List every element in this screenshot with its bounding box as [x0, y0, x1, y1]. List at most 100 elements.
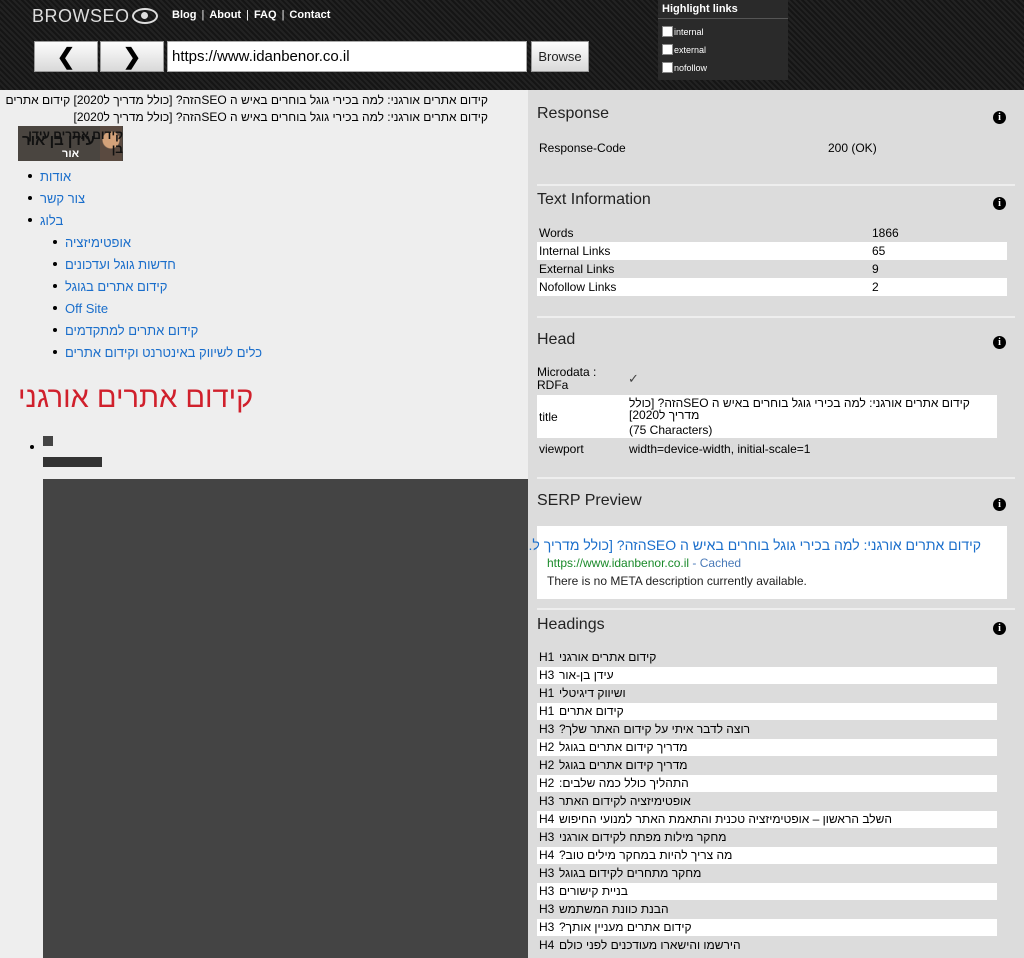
heading-level: H3	[539, 920, 555, 934]
submenu-label: קידום אתרים למתקדמים	[65, 323, 199, 338]
heading-row: H1 קידום אתרים	[537, 703, 997, 720]
menu-item[interactable]: צור קשר	[28, 191, 85, 206]
nofollow-checkbox[interactable]	[662, 62, 673, 73]
heading-level: H3	[539, 668, 555, 682]
browseo-logo[interactable]: BROWSEO	[32, 6, 158, 27]
info-icon[interactable]: i	[993, 622, 1006, 635]
menu-item[interactable]: בלוג	[28, 213, 63, 228]
heading-row: H1 קידום אתרים אורגני	[537, 649, 997, 666]
heading-text: הירשמו והישארו מעודכנים לפני כולם	[559, 938, 741, 952]
bullet-icon	[53, 284, 57, 288]
heading-text: הבנת כוונת המשתמש	[559, 902, 669, 916]
nav-faq[interactable]: FAQ	[254, 9, 277, 21]
heading-level: H3	[539, 722, 555, 736]
info-icon[interactable]: i	[993, 197, 1006, 210]
serp-url: https://www.idanbenor.co.il - Cached	[547, 556, 741, 570]
heading-row: H3 בניית קישורים	[537, 883, 997, 900]
menu-item[interactable]: אודות	[28, 169, 71, 184]
heading-row: H3 מחקר מילות מפתח לקידום אורגני	[537, 829, 997, 846]
bullet-icon	[53, 350, 57, 354]
submenu-label: כלים לשיווק באינטרנט וקידום אתרים	[65, 345, 263, 360]
heading-row: H4 הירשמו והישארו מעודכנים לפני כולם	[537, 937, 997, 954]
submenu-label: קידום אתרים בגוגל	[65, 279, 168, 294]
submenu-item[interactable]: קידום אתרים למתקדמים	[53, 323, 198, 338]
heading-level: H4	[539, 938, 555, 952]
text-info-row: Internal Links 65	[537, 242, 1007, 260]
bullet-icon	[28, 174, 32, 178]
cached-link[interactable]: - Cached	[689, 556, 741, 570]
bullet-icon	[53, 262, 57, 266]
nav-about[interactable]: About	[209, 9, 241, 21]
heading-row: H3 אופטימיזציה לקידום האתר	[537, 793, 997, 810]
viewport-row: viewport width=device-width, initial-sca…	[537, 440, 997, 457]
head-title-value: קידום אתרים אורגני: למה בכירי גוגל בוחרי…	[629, 396, 970, 422]
heading-level: H1	[539, 650, 555, 664]
head-title-chars: (75 Characters)	[629, 423, 713, 437]
url-input[interactable]: https://www.idanbenor.co.il	[167, 41, 527, 72]
row-label: Response-Code	[539, 141, 626, 155]
forward-button[interactable]: ❯	[100, 41, 164, 72]
internal-label: internal	[674, 27, 704, 37]
internal-checkbox[interactable]	[662, 26, 673, 37]
heading-level: H3	[539, 830, 555, 844]
info-icon[interactable]: i	[993, 336, 1006, 349]
submenu-item[interactable]: קידום אתרים בגוגל	[53, 279, 167, 294]
chevron-right-icon: ❯	[122, 43, 142, 69]
highlight-internal-option[interactable]: internal	[658, 19, 788, 37]
menu-label: צור קשר	[40, 191, 86, 206]
heading-row: H3 מחקר מתחרים לקידום בגוגל	[537, 865, 997, 882]
row-label: Words	[539, 226, 574, 240]
eye-icon	[131, 8, 158, 24]
heading-level: H3	[539, 794, 555, 808]
submenu-item[interactable]: Off Site	[53, 301, 108, 316]
highlight-links-panel: Highlight links internal external nofoll…	[658, 0, 788, 80]
serp-preview-card: קידום אתרים אורגני: למה בכירי גוגל בוחרי…	[528, 526, 1007, 599]
row-value: width=device-width, initial-scale=1	[629, 442, 811, 456]
highlight-external-option[interactable]: external	[658, 37, 788, 55]
row-value: 65	[872, 244, 886, 258]
serp-title-link[interactable]: קידום אתרים אורגני: למה בכירי גוגל בוחרי…	[528, 537, 981, 553]
heading-row: H4 מה צריך להיות במחקר מילים טוב?	[537, 847, 997, 864]
browse-button[interactable]: Browse	[531, 41, 589, 72]
heading-row: H1 ושיווק דיגיטלי	[537, 685, 997, 702]
heading-level: H1	[539, 704, 555, 718]
info-icon[interactable]: i	[993, 498, 1006, 511]
menu-label: אודות	[40, 169, 72, 184]
row-value: 200 (OK)	[828, 141, 877, 155]
heading-text: מחקר מתחרים לקידום בגוגל	[559, 866, 702, 880]
heading-row: H3 הבנת כוונת המשתמש	[537, 901, 997, 918]
heading-text: מה צריך להיות במחקר מילים טוב?	[559, 848, 733, 862]
nav-contact[interactable]: Contact	[289, 9, 330, 21]
heading-text: מדריך קידום אתרים בגוגל	[559, 740, 688, 754]
highlight-nofollow-option[interactable]: nofollow	[658, 55, 788, 73]
submenu-item[interactable]: כלים לשיווק באינטרנט וקידום אתרים	[53, 345, 262, 360]
external-checkbox[interactable]	[662, 44, 673, 55]
back-button[interactable]: ❮	[34, 41, 98, 72]
heading-row: H2 מדריך קידום אתרים בגוגל	[537, 739, 997, 756]
submenu-label: חדשות גוגל ועדכונים	[65, 257, 176, 272]
row-value: 1866	[872, 226, 899, 240]
nav-separator: |	[201, 9, 205, 21]
submenu-item[interactable]: חדשות גוגל ועדכונים	[53, 257, 176, 272]
heading-level: H4	[539, 848, 555, 862]
text-information-title: Text Information	[537, 191, 651, 208]
heading-level: H4	[539, 812, 555, 826]
site-logo-image[interactable]: קידום אתרים עידן בן עידן בן אור אור	[18, 126, 123, 161]
heading-text: אופטימיזציה לקידום האתר	[559, 794, 691, 808]
heading-row: H2 מדריך קידום אתרים בגוגל	[537, 757, 997, 774]
logo-text: עידן בן אור	[22, 132, 95, 149]
logo-text: אור	[62, 148, 80, 160]
heading-text: רוצה לדבר איתי על קידום האתר שלך?	[559, 722, 750, 736]
nav-blog[interactable]: Blog	[172, 9, 196, 21]
submenu-item[interactable]: אופטימיזציה	[53, 235, 131, 250]
info-icon[interactable]: i	[993, 111, 1006, 124]
heading-level: H3	[539, 866, 555, 880]
heading-row: H2 התהליך כולל כמה שלבים:	[537, 775, 997, 792]
page-h1: קידום אתרים אורגני	[18, 382, 254, 414]
row-label: viewport	[539, 442, 584, 456]
microdata-label: Microdata : RDFa	[537, 365, 597, 392]
bullet-icon	[28, 218, 32, 222]
preview-title-line: קידום אתרים אורגני: למה בכירי גוגל בוחרי…	[73, 110, 488, 124]
heading-text: קידום אתרים	[559, 704, 624, 718]
logo-text: BROWSEO	[32, 6, 130, 26]
